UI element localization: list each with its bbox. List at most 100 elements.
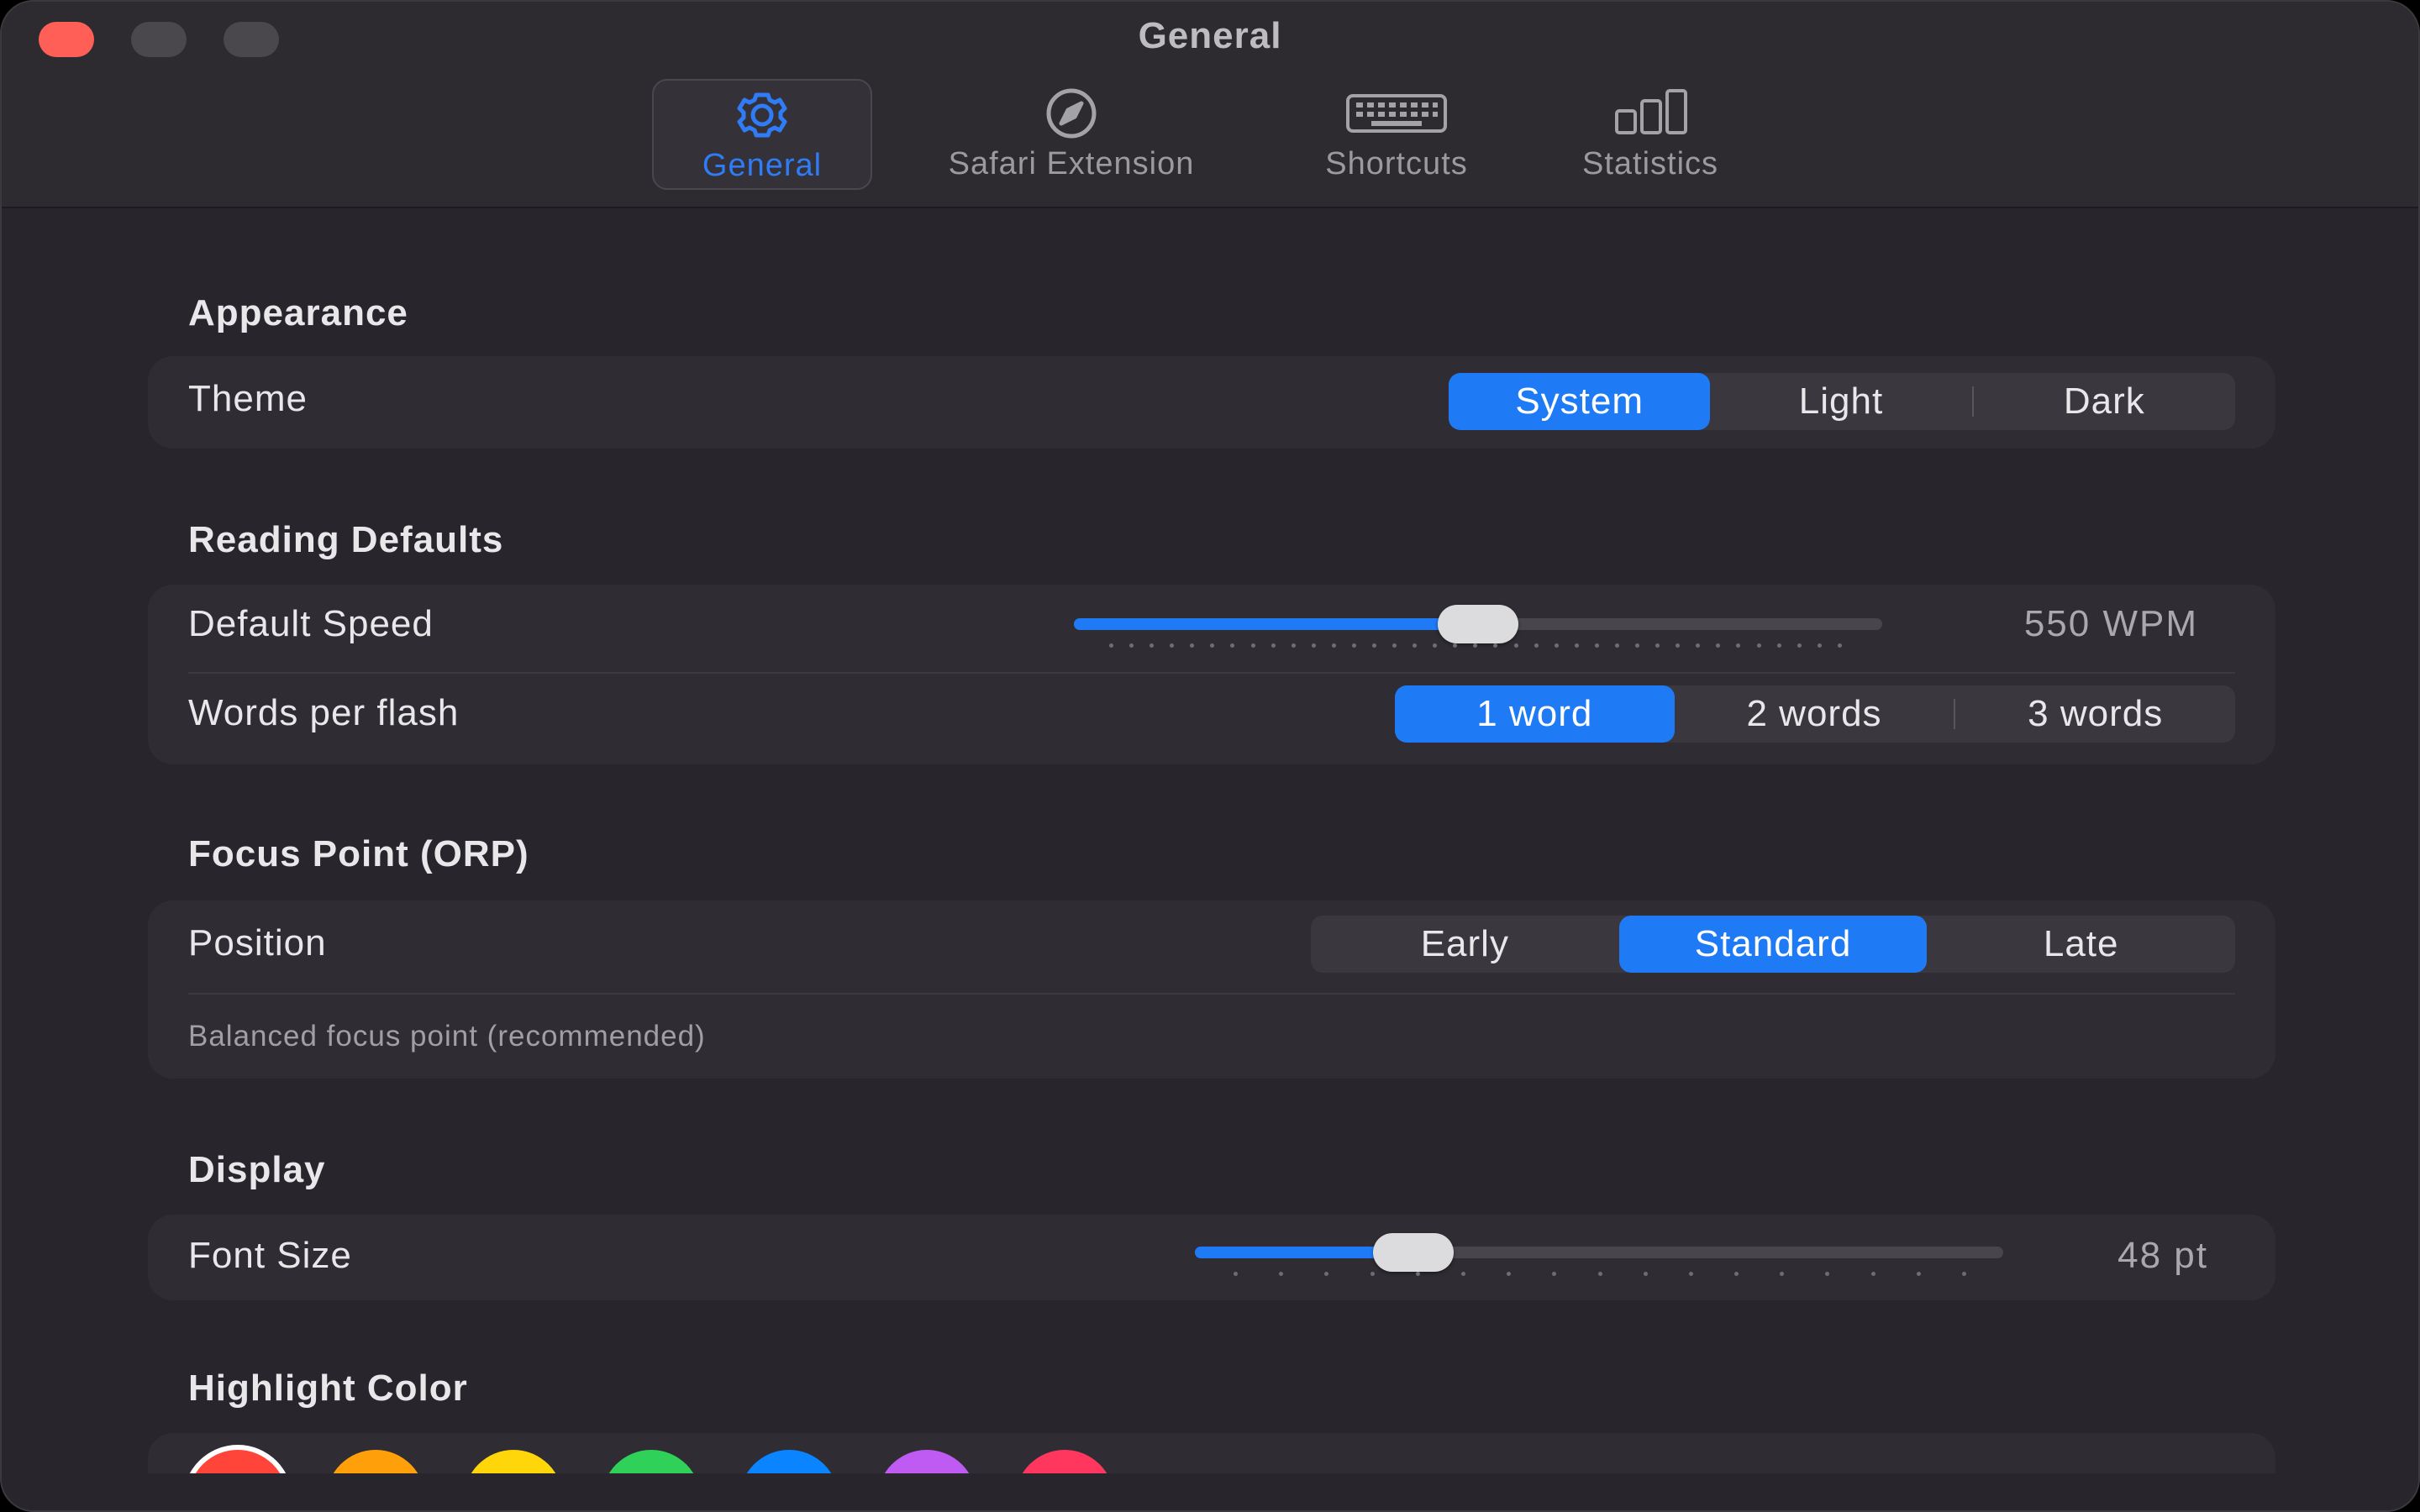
reading-defaults-section-title: Reading Defaults <box>188 519 504 560</box>
slider-tick <box>1291 643 1296 648</box>
slider-tick <box>1372 643 1377 648</box>
slider-tick <box>1780 1272 1785 1276</box>
slider-tick <box>1413 643 1418 648</box>
slider-tick <box>1507 1272 1512 1276</box>
highlight-color-swatch[interactable] <box>602 1450 701 1473</box>
slider-tick <box>1311 643 1316 648</box>
slider-tick <box>1270 643 1276 648</box>
slider-tick <box>1554 643 1559 648</box>
slider-knob[interactable] <box>1372 1233 1454 1272</box>
slider-tick <box>1493 643 1498 648</box>
slider-tick <box>1870 1272 1876 1276</box>
slider-tick <box>1776 643 1781 648</box>
highlight-color-swatch[interactable] <box>188 1450 287 1473</box>
row-divider <box>188 672 2235 674</box>
theme-label: Theme <box>188 378 308 419</box>
focus-point-section-title: Focus Point (ORP) <box>188 833 529 874</box>
slider-tick <box>1351 643 1356 648</box>
slider-tick <box>1190 643 1195 648</box>
slider-tick <box>1716 643 1721 648</box>
display-card: Font Size 48 pt <box>148 1215 2275 1300</box>
highlight-color-swatch[interactable] <box>326 1450 425 1473</box>
theme-option-light[interactable]: Light <box>1710 373 1971 430</box>
compass-icon <box>1028 86 1115 141</box>
slider-tick <box>1643 1272 1648 1276</box>
words-per-flash-segmented-control[interactable]: 1 word 2 words 3 words <box>1395 685 2235 743</box>
highlight-color-swatch[interactable] <box>1015 1450 1114 1473</box>
slider-tick <box>1676 643 1681 648</box>
highlight-color-swatch[interactable] <box>877 1450 976 1473</box>
slider-tick <box>1614 643 1619 648</box>
display-section-title: Display <box>188 1149 326 1190</box>
theme-option-system[interactable]: System <box>1449 373 1711 430</box>
slider-tick <box>1170 643 1175 648</box>
slider-tick <box>1250 643 1255 648</box>
slider-tick <box>1696 643 1701 648</box>
slider-tick <box>1597 1272 1602 1276</box>
slider-tick <box>1234 1272 1238 1276</box>
slider-tick <box>1513 643 1518 648</box>
slider-tick <box>1331 643 1336 648</box>
tab-statistics[interactable]: Statistics <box>1549 79 1751 190</box>
font-size-label: Font Size <box>188 1235 352 1276</box>
position-segmented-control[interactable]: Early Standard Late <box>1311 916 2235 973</box>
highlight-color-card <box>148 1433 2275 1473</box>
slider-tick <box>1594 643 1599 648</box>
slider-tick <box>1962 1272 1966 1276</box>
slider-tick <box>1736 643 1741 648</box>
words-option-1[interactable]: 1 word <box>1395 685 1675 743</box>
titlebar: General General Safari Extension Shortcu… <box>2 2 2418 208</box>
appearance-card: Theme System Light Dark <box>148 356 2275 449</box>
slider-tick <box>1916 1272 1921 1276</box>
slider-ticks <box>1109 643 1842 648</box>
slider-tick <box>1817 643 1822 648</box>
tab-shortcuts-label: Shortcuts <box>1325 146 1468 181</box>
slider-tick <box>1756 643 1761 648</box>
slider-tick <box>1150 643 1155 648</box>
slider-tick <box>1734 1272 1739 1276</box>
highlight-color-swatch[interactable] <box>739 1450 839 1473</box>
slider-tick <box>1109 643 1113 648</box>
bar-chart-icon <box>1598 86 1702 141</box>
theme-option-dark[interactable]: Dark <box>1974 373 2235 430</box>
preferences-window: General General Safari Extension Shortcu… <box>0 0 2420 1512</box>
tab-statistics-label: Statistics <box>1581 146 1719 181</box>
default-speed-slider[interactable] <box>1074 605 1882 643</box>
tab-general[interactable]: General <box>652 79 872 190</box>
highlight-color-swatch[interactable] <box>464 1450 563 1473</box>
slider-tick <box>1415 1272 1420 1276</box>
tab-shortcuts[interactable]: Shortcuts <box>1292 79 1501 190</box>
position-option-late[interactable]: Late <box>1927 916 2235 973</box>
highlight-color-section-title: Highlight Color <box>188 1368 468 1409</box>
slider-tick <box>1230 643 1235 648</box>
gear-icon <box>718 87 806 143</box>
slider-tick <box>1574 643 1579 648</box>
default-speed-label: Default Speed <box>188 603 434 644</box>
tab-safari-extension[interactable]: Safari Extension <box>899 79 1244 190</box>
slider-tick <box>1370 1272 1375 1276</box>
slider-tick <box>1392 643 1397 648</box>
tab-general-label: General <box>702 148 823 183</box>
reading-defaults-card: Default Speed 550 WPM Words per flash 1 … <box>148 585 2275 764</box>
font-size-slider[interactable] <box>1195 1233 2003 1272</box>
theme-segmented-control[interactable]: System Light Dark <box>1449 373 2235 430</box>
position-option-early[interactable]: Early <box>1311 916 1619 973</box>
slider-tick <box>1552 1272 1557 1276</box>
words-option-3[interactable]: 3 words <box>1955 685 2235 743</box>
slider-tick <box>1655 643 1660 648</box>
slider-tick <box>1460 1272 1465 1276</box>
slider-tick <box>1635 643 1640 648</box>
window-title: General <box>1138 15 1282 56</box>
default-speed-value: 550 WPM <box>2023 603 2198 644</box>
slider-tick <box>1797 643 1802 648</box>
slider-tick <box>1279 1272 1284 1276</box>
font-size-value: 48 pt <box>2118 1235 2208 1276</box>
position-description: Balanced focus point (recommended) <box>188 1020 706 1053</box>
slider-knob[interactable] <box>1438 605 1518 643</box>
slider-tick <box>1534 643 1539 648</box>
slider-tick <box>1129 643 1134 648</box>
slider-ticks <box>1234 1272 1966 1276</box>
slider-tick <box>1324 1272 1329 1276</box>
words-option-2[interactable]: 2 words <box>1675 685 1954 743</box>
position-option-standard[interactable]: Standard <box>1618 916 1928 973</box>
